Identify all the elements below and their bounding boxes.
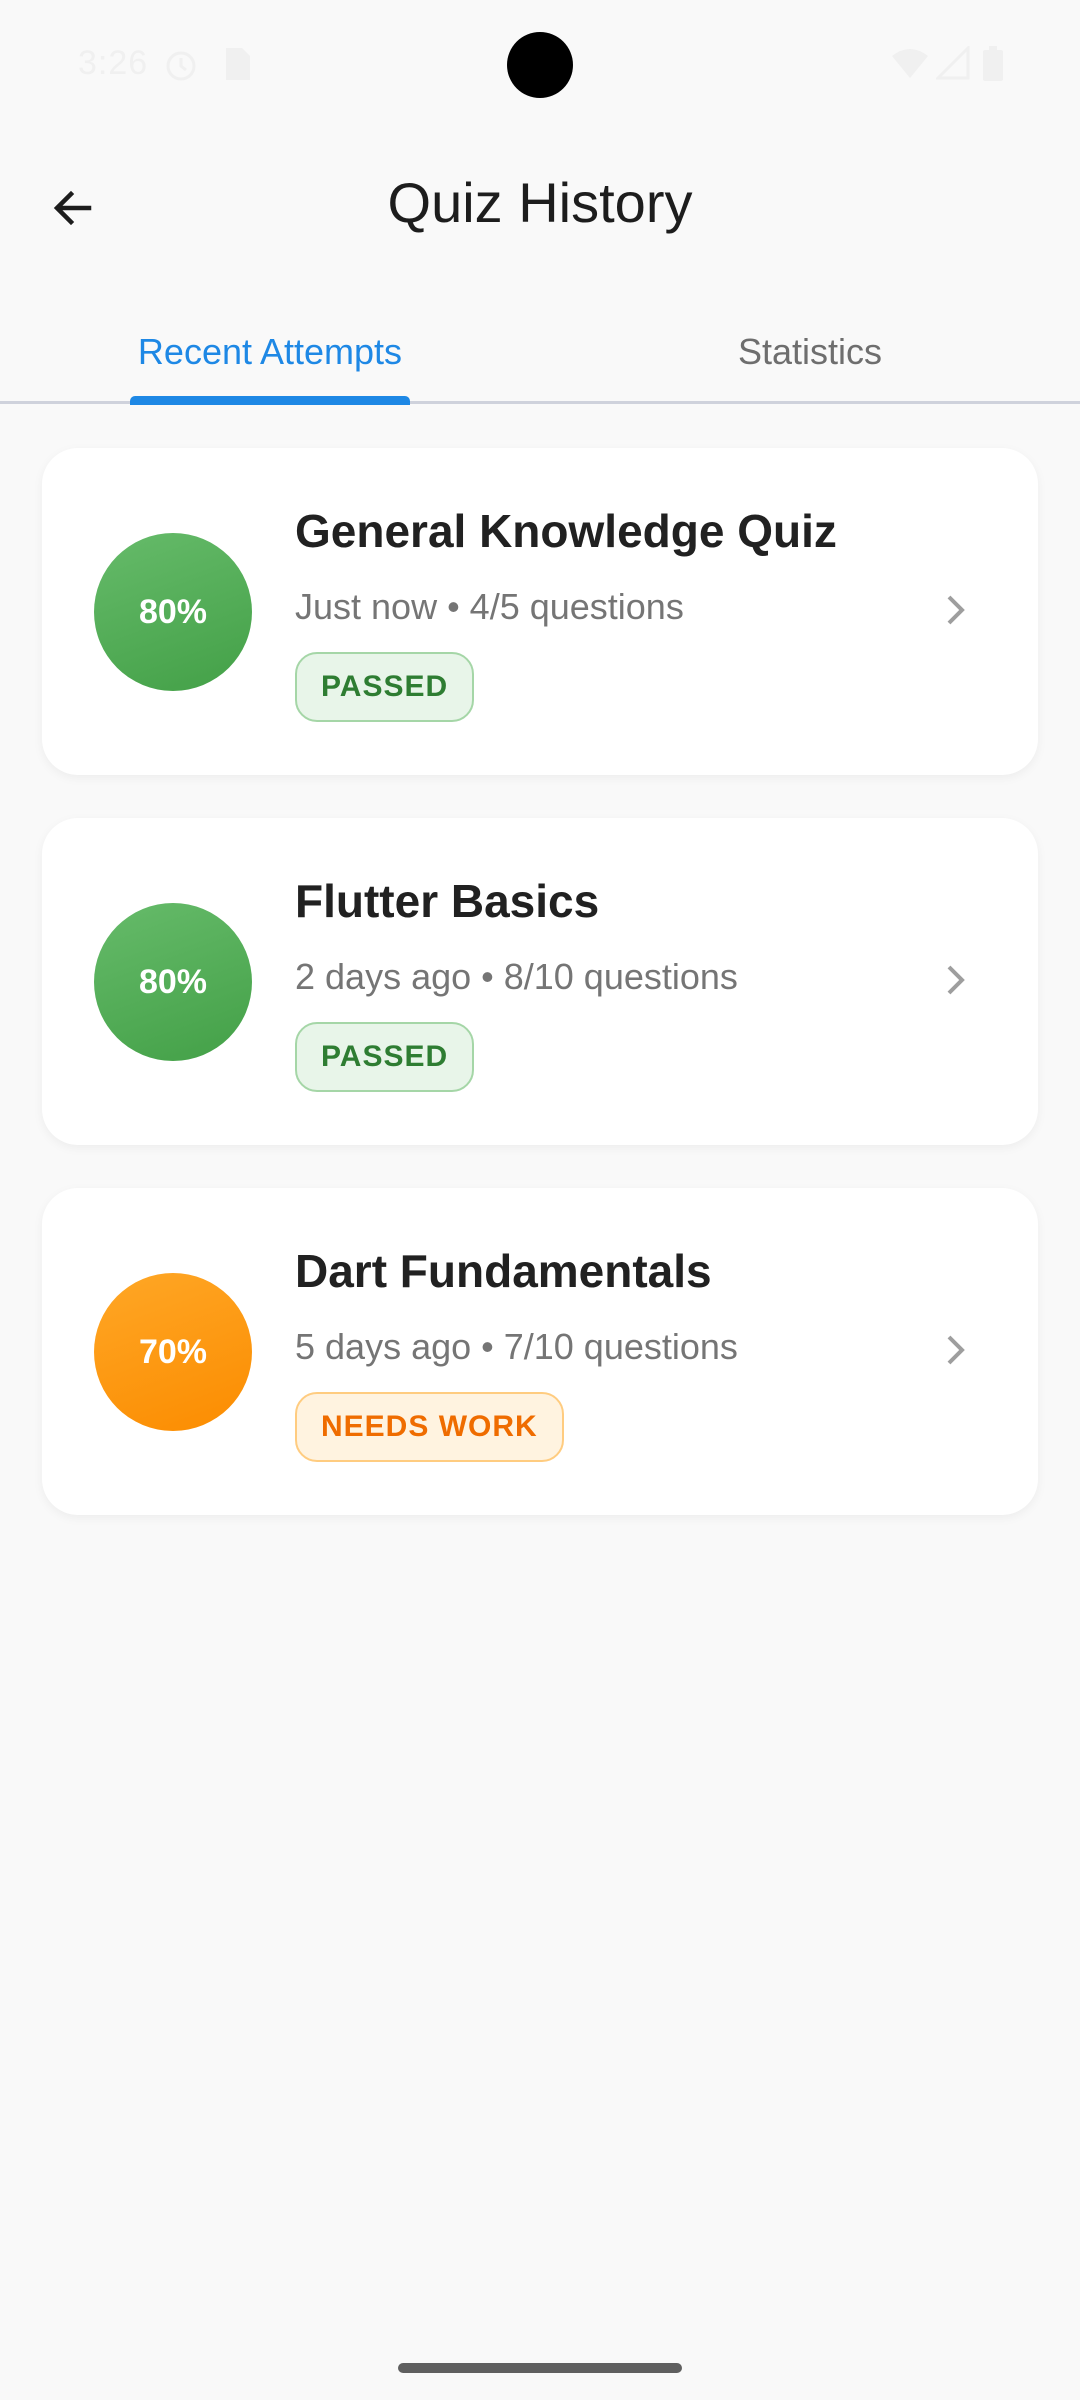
quiz-title: Flutter Basics [295,875,600,927]
score-badge: 80% [94,533,252,691]
chevron-right-icon [934,1328,978,1372]
tab-indicator [130,396,410,405]
attempt-card[interactable]: 70% Dart Fundamentals 5 days ago • 7/10 … [42,1188,1038,1515]
tab-bar: Recent Attempts Statistics [0,300,1080,405]
quiz-title: General Knowledge Quiz [295,505,837,557]
gesture-nav-bar[interactable] [398,2363,682,2373]
tab-recent-attempts[interactable]: Recent Attempts [0,300,540,404]
chevron-right-icon [934,588,978,632]
camera-cutout [507,32,573,98]
status-badge: NEEDS WORK [295,1392,564,1462]
attempt-meta: 5 days ago • 7/10 questions [295,1326,738,1367]
quiz-title: Dart Fundamentals [295,1245,712,1297]
sim-card-icon [222,46,252,87]
quiz-history-screen: 3:26 Quiz History Recent Attempts Statis… [0,0,1080,2400]
status-badge: PASSED [295,652,475,722]
status-bar: 3:26 [0,0,1080,130]
attempt-meta: Just now • 4/5 questions [295,586,684,627]
signal-icon [934,44,970,85]
status-time: 3:26 [78,44,149,82]
attempt-meta: 2 days ago • 8/10 questions [295,956,738,997]
chevron-right-icon [934,958,978,1002]
page-title: Quiz History [387,171,693,234]
app-bar: Quiz History [0,140,1080,270]
score-badge: 80% [94,903,252,1061]
battery-icon [982,46,1004,87]
score-badge: 70% [94,1273,252,1431]
attempt-card[interactable]: 80% General Knowledge Quiz Just now • 4/… [42,448,1038,775]
alarm-icon [164,46,198,87]
tab-statistics[interactable]: Statistics [540,300,1080,404]
status-badge: PASSED [295,1022,475,1092]
attempt-card[interactable]: 80% Flutter Basics 2 days ago • 8/10 que… [42,818,1038,1145]
wifi-icon [890,46,930,85]
